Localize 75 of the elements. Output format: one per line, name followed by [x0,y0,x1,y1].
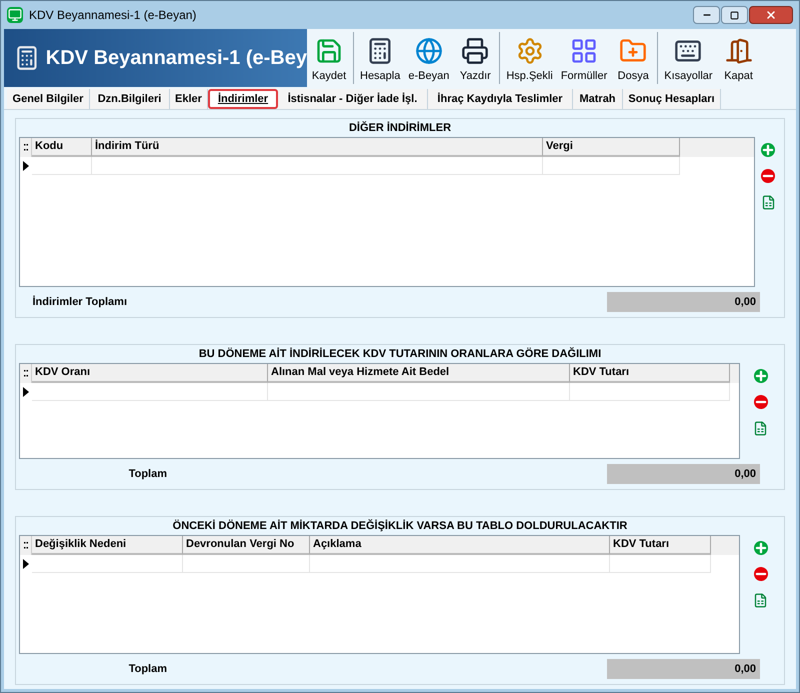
section-title: BU DÖNEME AİT İNDİRİLECEK KDV TUTARININ ORANLARA GÖRE DAĞILIMI [198,346,602,362]
window-grid-icon [570,36,598,64]
toolbar-button[interactable]: Dosya [611,29,656,87]
total-field: 0,00 [607,464,760,484]
row-pointer-icon [23,387,29,397]
door-icon [724,36,753,64]
toolbar-button[interactable]: Kapat [716,29,761,87]
total-label: Toplam [128,662,168,677]
toolbar-button[interactable]: Yazdır [453,29,498,87]
row-pointer-icon [23,161,29,171]
column-header[interactable]: Vergi [543,138,680,157]
table-cell[interactable] [543,157,680,175]
toolbar-button[interactable]: Hsp.Şekli [502,29,557,87]
column-header[interactable]: Kodu [32,138,92,157]
tab[interactable]: Ekler [170,89,208,109]
table-cell[interactable] [570,383,730,401]
spreadsheet-icon[interactable] [753,421,768,436]
table-cell[interactable] [183,555,310,573]
table-cell[interactable] [32,157,92,175]
window-title: KDV Beyannamesi-1 (e-Beyan) [29,7,196,24]
tab[interactable]: İndirimler [208,89,278,109]
save-icon [315,36,343,64]
total-label: Toplam [128,466,168,482]
folder-icon [619,36,648,64]
grip-icon [24,144,28,151]
add-icon[interactable] [754,541,768,555]
close-button[interactable] [749,6,793,24]
remove-icon[interactable] [761,169,775,183]
total-label: İndirimler Toplamı [31,294,128,310]
table-cell[interactable] [310,555,610,573]
tab[interactable]: Genel Bilgiler [7,89,90,109]
toolbar-button[interactable]: Kısayollar [660,29,717,87]
toolbar-button[interactable]: Kaydet [307,29,351,87]
tab[interactable]: Matrah [573,89,623,109]
table-cell[interactable] [92,157,543,175]
spreadsheet-icon[interactable] [760,195,776,210]
column-header[interactable]: Açıklama [310,536,610,555]
header-title: KDV Beyannamesi-1 (e-Bey [46,46,307,71]
column-header[interactable]: Değişiklik Nedeni [32,536,183,555]
gear-icon [516,36,544,64]
tab[interactable]: İhraç Kaydıyla Teslimler [428,89,573,109]
toolbar-button[interactable]: Formüller [556,29,612,87]
grip-icon [24,542,28,549]
total-field: 0,00 [607,659,760,679]
table-cell[interactable] [32,555,183,573]
remove-icon[interactable] [754,567,768,581]
total-field: 0,00 [607,292,760,312]
table-cell[interactable] [32,383,268,401]
column-header[interactable]: KDV Tutarı [570,364,730,383]
tab[interactable]: Dzn.Bilgileri [90,89,170,109]
section-title: DİĞER İNDİRİMLER [348,120,452,136]
remove-icon[interactable] [754,395,768,409]
toolbar-button[interactable]: Hesapla [356,29,404,87]
tab[interactable]: İstisnalar - Diğer İade İşl. [278,89,428,109]
maximize-icon [730,10,739,20]
tab[interactable]: Sonuç Hesapları [623,89,721,109]
row-pointer-icon [23,559,29,569]
section-title: ÖNCEKİ DÖNEME AİT MİKTARDA DEĞİŞİKLİK VARSA BU TABLO DOLDURULACAKTIR [172,518,628,534]
maximize-button[interactable] [721,6,748,24]
close-icon [765,9,777,21]
table-cell[interactable] [610,555,711,573]
column-header[interactable]: Devronulan Vergi No [183,536,310,555]
column-header[interactable]: Alınan Mal veya Hizmete Ait Bedel [268,364,570,383]
add-icon[interactable] [761,143,775,157]
column-header[interactable]: İndirim Türü [92,138,543,157]
add-icon[interactable] [754,369,768,383]
column-header[interactable]: KDV Tutarı [610,536,711,555]
grip-icon [24,370,28,377]
app-icon [7,7,23,23]
spreadsheet-icon[interactable] [753,593,768,608]
toolbar-button[interactable]: e-Beyan [404,29,454,87]
printer-icon [461,36,490,64]
column-header[interactable]: KDV Oranı [32,364,268,383]
table-cell[interactable] [268,383,570,401]
globe-icon [414,36,443,64]
